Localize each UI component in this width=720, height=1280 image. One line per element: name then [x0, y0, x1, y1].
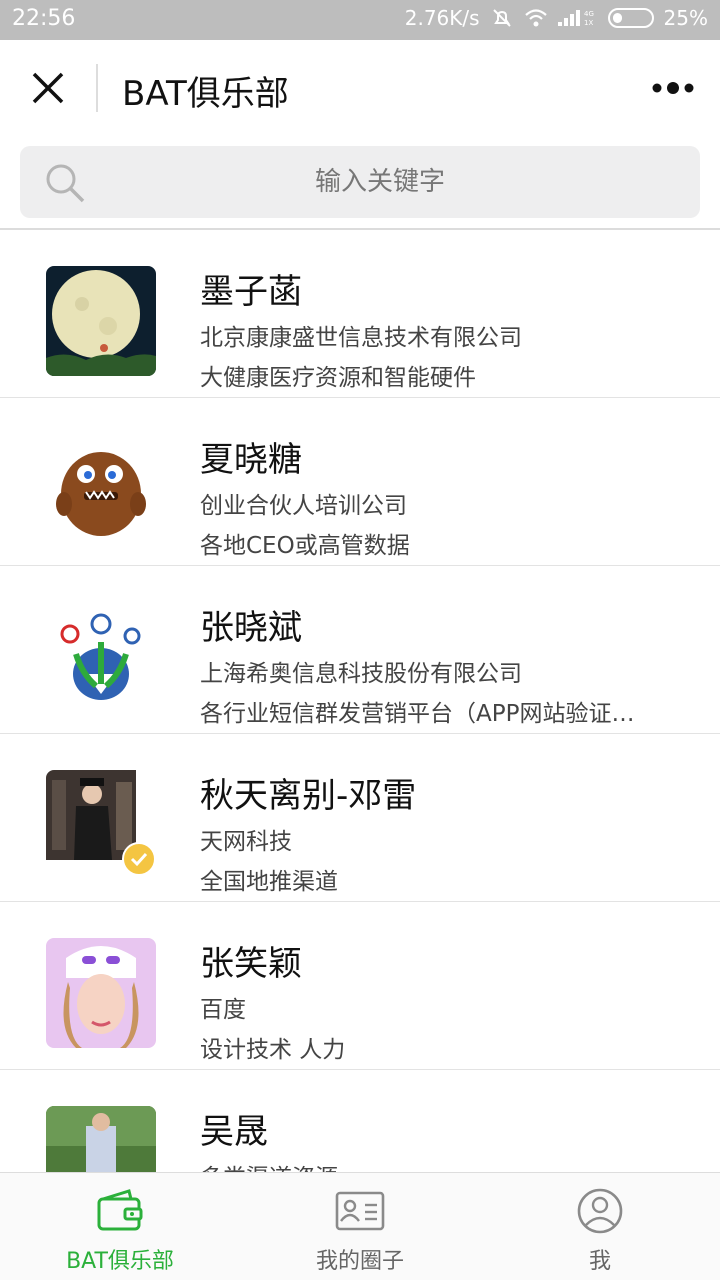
header-divider — [96, 64, 98, 112]
status-indicators: 2.76K/s 4G 1X 25% — [405, 6, 708, 30]
list-item[interactable]: 张晓斌 上海希奥信息科技股份有限公司 各行业短信群发营销平台（APP网站验证… — [0, 566, 720, 734]
signal-4g-label: 4G — [584, 10, 594, 18]
battery-fill — [612, 13, 622, 23]
moon-avatar-image — [46, 266, 156, 376]
bottom-nav: BAT俱乐部 我的圈子 我 — [0, 1172, 720, 1280]
close-icon — [32, 72, 64, 104]
member-name: 墨子菡 — [200, 272, 302, 312]
avatar — [46, 1106, 156, 1172]
tab-label: 我的圈子 — [315, 1249, 404, 1274]
avatar — [46, 938, 156, 1048]
search-input[interactable] — [110, 146, 650, 218]
page-title: BAT俱乐部 — [122, 74, 289, 114]
member-company: 百度 — [200, 997, 246, 1023]
member-name: 秋天离别-邓雷 — [200, 776, 417, 816]
mute-bell-icon — [492, 9, 511, 27]
member-name: 张笑颖 — [200, 944, 302, 984]
logo-avatar-image — [46, 602, 156, 712]
member-description: 大健康医疗资源和智能硬件 — [200, 365, 476, 391]
signal-icon: 4G 1X — [557, 10, 594, 27]
selfie-avatar-image — [46, 938, 156, 1048]
close-button[interactable] — [22, 62, 74, 114]
battery-icon — [607, 8, 654, 28]
tab-bat-club[interactable]: BAT俱乐部 — [0, 1173, 240, 1280]
member-company: 北京康康盛世信息技术有限公司 — [200, 325, 522, 351]
more-button[interactable] — [646, 68, 700, 108]
member-description: 各行业短信群发营销平台（APP网站验证… — [200, 701, 635, 727]
status-time: 22:56 — [12, 6, 76, 31]
member-description: 全国地推渠道 — [200, 869, 338, 895]
member-company: 上海希奥信息科技股份有限公司 — [200, 661, 522, 687]
tab-label: 我 — [588, 1249, 611, 1274]
list-item[interactable]: 夏晓糖 创业合伙人培训公司 各地CEO或高管数据 — [0, 398, 720, 566]
member-name: 吴晟 — [200, 1112, 268, 1152]
battery-percent: 25% — [663, 6, 708, 30]
more-icon — [652, 82, 694, 94]
member-company: 创业合伙人培训公司 — [200, 493, 407, 519]
list-item[interactable]: 秋天离别-邓雷 天网科技 全国地推渠道 — [0, 734, 720, 902]
search-bar[interactable] — [20, 146, 700, 218]
tab-me[interactable]: 我 — [480, 1173, 720, 1280]
verified-badge — [122, 842, 156, 876]
member-company: 天网科技 — [200, 829, 292, 855]
list-item[interactable]: 墨子菡 北京康康盛世信息技术有限公司 大健康医疗资源和智能硬件 — [0, 230, 720, 398]
network-speed: 2.76K/s — [404, 6, 480, 30]
avatar — [46, 266, 156, 376]
monster-avatar-image — [46, 434, 156, 544]
member-description: 设计技术 人力 — [200, 1037, 346, 1063]
member-description: 各地CEO或高管数据 — [200, 533, 410, 559]
list-item[interactable]: 吴晟 多类渠道资源 — [0, 1070, 720, 1172]
member-company: 多类渠道资源 — [200, 1158, 338, 1172]
user-icon — [577, 1188, 623, 1234]
signal-1x-label: 1X — [584, 19, 593, 27]
avatar — [46, 434, 156, 544]
member-list: 墨子菡 北京康康盛世信息技术有限公司 大健康医疗资源和智能硬件 夏晓糖 创业合伙… — [0, 230, 720, 1172]
status-bar: 22:56 2.76K/s 4G 1X 25% — [0, 0, 720, 40]
header: BAT俱乐部 — [0, 40, 720, 136]
member-name: 张晓斌 — [200, 608, 302, 648]
checkmark-icon — [130, 852, 148, 867]
member-name: 夏晓糖 — [200, 440, 302, 480]
wallet-icon — [97, 1189, 143, 1231]
outdoor-avatar-image — [46, 1106, 156, 1172]
list-item[interactable]: 张笑颖 百度 设计技术 人力 — [0, 902, 720, 1070]
search-icon — [46, 164, 85, 203]
contact-card-icon — [335, 1191, 385, 1231]
tab-label: BAT俱乐部 — [66, 1249, 174, 1274]
wifi-icon — [524, 9, 547, 27]
avatar — [46, 602, 156, 712]
tab-my-circle[interactable]: 我的圈子 — [240, 1173, 480, 1280]
